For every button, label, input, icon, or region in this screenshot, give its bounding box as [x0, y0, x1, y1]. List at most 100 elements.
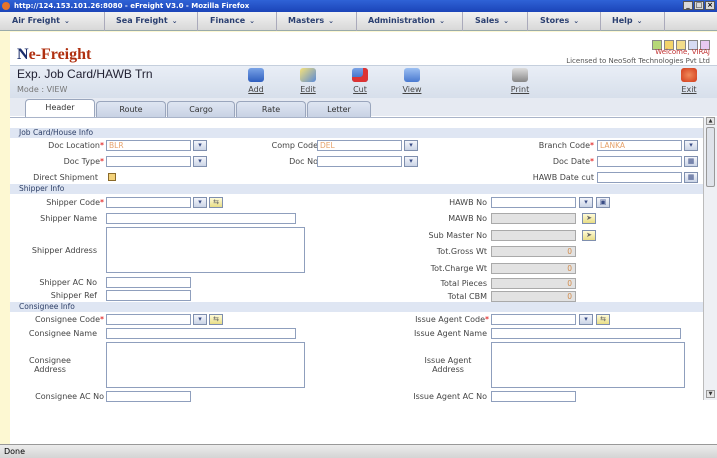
lookup-icon[interactable]: ▾ [193, 314, 207, 325]
total-cbm-input[interactable]: 0 [491, 291, 576, 302]
chevron-down-icon: ⌄ [171, 17, 178, 25]
chevron-down-icon: ⌄ [328, 17, 334, 25]
tab-route[interactable]: Route [96, 101, 166, 117]
calendar-icon[interactable]: ▦ [684, 156, 698, 167]
menu-stores[interactable]: Stores ⌄ [540, 16, 579, 25]
lookup-icon[interactable]: ▾ [404, 156, 418, 167]
section-job-card: Job Card/House Info [10, 128, 707, 138]
maximize-button[interactable]: □ [694, 1, 704, 10]
menu-help[interactable]: Help ⌄ [612, 16, 642, 25]
total-cbm-label: Total CBM [447, 292, 487, 301]
issue-agent-name-input[interactable] [491, 328, 681, 339]
lookup-icon[interactable]: ▾ [193, 156, 207, 167]
menu-sea-freight[interactable]: Sea Freight ⌄ [116, 16, 178, 25]
consignee-code-label: Consignee Code* [35, 315, 104, 324]
lookup-icon[interactable]: ▾ [193, 197, 207, 208]
swap-icon[interactable]: ⇆ [209, 314, 223, 325]
lookup-icon[interactable]: ▾ [193, 140, 207, 151]
view-label: View [402, 85, 422, 94]
swap-icon[interactable]: ⇆ [209, 197, 223, 208]
sub-master-no-input[interactable] [491, 230, 576, 241]
consignee-address-textarea[interactable] [106, 342, 305, 388]
consignee-name-input[interactable] [106, 328, 296, 339]
shipper-ac-no-input[interactable] [106, 277, 191, 288]
chevron-down-icon: ⌄ [63, 17, 70, 25]
view-icon [404, 68, 420, 82]
hawb-no-input[interactable] [491, 197, 576, 208]
add-button[interactable]: Add [238, 68, 274, 94]
tab-header[interactable]: Header [25, 99, 95, 117]
consignee-address-label: Consignee Address [29, 356, 71, 374]
shipper-ref-input[interactable] [106, 290, 191, 301]
menu-divider [527, 12, 528, 31]
doc-type-input[interactable] [106, 156, 191, 167]
lookup-icon[interactable]: ▾ [579, 197, 593, 208]
swap-icon[interactable]: ⇆ [596, 314, 610, 325]
direct-shipment-checkbox[interactable] [108, 173, 116, 181]
doc-type-label: Doc Type* [63, 157, 104, 166]
lookup-icon[interactable]: ▾ [404, 140, 418, 151]
cut-button[interactable]: Cut [342, 68, 378, 94]
arrow-right-icon[interactable]: ➤ [582, 213, 596, 224]
issue-agent-code-input[interactable] [491, 314, 576, 325]
lookup-icon[interactable]: ▾ [579, 314, 593, 325]
exit-button[interactable]: Exit [671, 68, 707, 94]
scroll-up-icon[interactable]: ▲ [706, 117, 715, 125]
shipper-code-input[interactable] [106, 197, 191, 208]
menu-air-freight[interactable]: Air Freight ⌄ [12, 16, 70, 25]
shipper-address-textarea[interactable] [106, 227, 305, 273]
gross-wt-input[interactable]: 0 [491, 246, 576, 257]
menu-masters[interactable]: Masters ⌄ [288, 16, 334, 25]
tab-letter[interactable]: Letter [307, 101, 371, 117]
close-button[interactable]: × [705, 1, 715, 10]
save-icon[interactable]: ▣ [596, 197, 610, 208]
scroll-thumb[interactable] [706, 127, 715, 187]
doc-no-input[interactable] [317, 156, 402, 167]
mawb-no-input[interactable] [491, 213, 576, 224]
add-icon [248, 68, 264, 82]
tab-rate[interactable]: Rate [236, 101, 306, 117]
minimize-button[interactable]: _ [683, 1, 693, 10]
comp-code-label: Comp Code* [271, 141, 322, 150]
consignee-code-input[interactable] [106, 314, 191, 325]
view-button[interactable]: View [394, 68, 430, 94]
issue-agent-address-textarea[interactable] [491, 342, 685, 388]
print-button[interactable]: Print [502, 68, 538, 94]
issue-agent-ac-no-input[interactable] [491, 391, 576, 402]
doc-location-label: Doc Location* [48, 141, 104, 150]
total-pieces-input[interactable]: 0 [491, 278, 576, 289]
menu-sales[interactable]: Sales ⌄ [475, 16, 509, 25]
menu-finance[interactable]: Finance ⌄ [210, 16, 255, 25]
branch-code-label: Branch Code* [538, 141, 594, 150]
form-scrollbar[interactable]: ▲ ▼ [703, 117, 717, 400]
menu-administration[interactable]: Administration ⌄ [368, 16, 445, 25]
scroll-down-icon[interactable]: ▼ [706, 390, 715, 398]
doc-date-input[interactable] [597, 156, 682, 167]
chevron-down-icon: ⌄ [439, 17, 445, 25]
calendar-icon[interactable]: ▦ [684, 172, 698, 183]
comp-code-input[interactable]: DEL [317, 140, 402, 151]
charge-wt-label: Tot.Charge Wt [430, 264, 487, 273]
chevron-down-icon: ⌄ [573, 17, 580, 25]
issue-agent-name-label: Issue Agent Name [413, 329, 487, 338]
edit-button[interactable]: Edit [290, 68, 326, 94]
shipper-name-input[interactable] [106, 213, 296, 224]
arrow-right-icon[interactable]: ➤ [582, 230, 596, 241]
gross-wt-label: Tot.Gross Wt [436, 247, 487, 256]
print-label: Print [510, 85, 530, 94]
doc-date-label: Doc Date* [552, 157, 594, 166]
branch-code-input[interactable]: LANKA [597, 140, 682, 151]
browser-title-bar: http://124.153.101.26:8080 - eFreight V3… [0, 0, 717, 12]
hawb-date-cut-input[interactable] [597, 172, 682, 183]
charge-wt-input[interactable]: 0 [491, 263, 576, 274]
mode-indicator: Mode : VIEW [17, 85, 68, 94]
logo-mark-icon: N [17, 46, 29, 63]
doc-location-input[interactable]: BLR [106, 140, 191, 151]
menu-divider [356, 12, 357, 31]
exit-label: Exit [681, 85, 697, 94]
tab-cargo[interactable]: Cargo [167, 101, 235, 117]
consignee-ac-no-input[interactable] [106, 391, 191, 402]
chevron-down-icon: ⌄ [636, 17, 643, 25]
lookup-icon[interactable]: ▾ [684, 140, 698, 151]
page-title: Exp. Job Card/HAWB Trn [17, 67, 153, 81]
